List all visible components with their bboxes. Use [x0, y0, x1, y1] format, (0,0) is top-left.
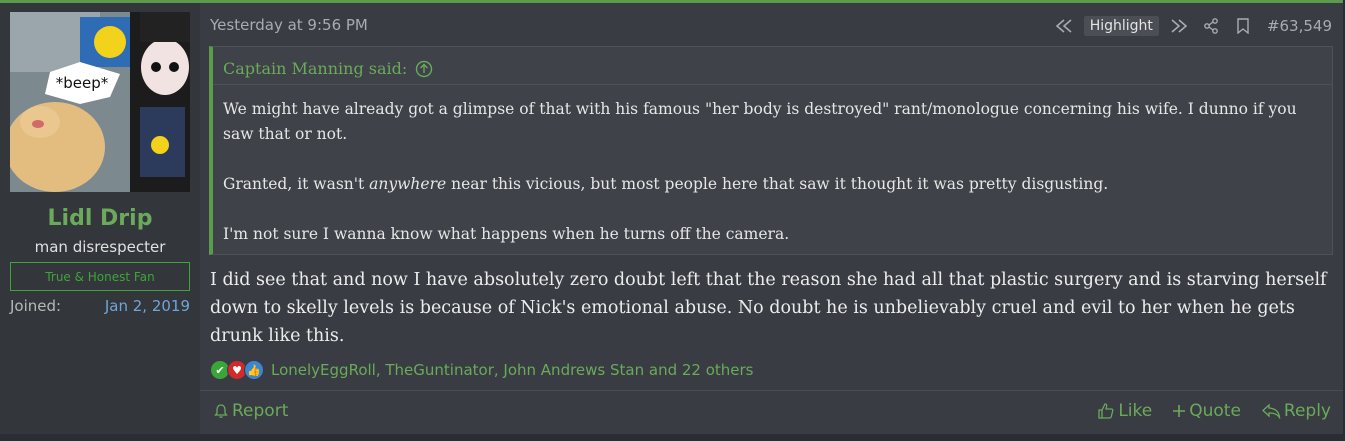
bookmark-icon[interactable] — [1227, 14, 1259, 38]
reply-label: Reply — [1283, 401, 1331, 421]
like-label: Like — [1118, 401, 1153, 421]
highlight-button[interactable]: Highlight — [1083, 16, 1159, 36]
forum-post: *beep* Lidl Drip man disrespecter True &… — [0, 0, 1343, 434]
report-label: Report — [232, 401, 289, 421]
reply-icon — [1261, 403, 1281, 419]
bell-icon — [214, 404, 228, 418]
footer-actions: Like Quote Reply — [1097, 401, 1331, 421]
go-to-quote-icon[interactable] — [415, 60, 433, 78]
joined-label: Joined: — [10, 297, 62, 315]
user-title: man disrespecter — [34, 238, 166, 256]
quote-button[interactable]: Quote — [1172, 401, 1241, 421]
like-button[interactable]: Like — [1097, 401, 1152, 421]
next-highlight-icon[interactable] — [1163, 14, 1195, 38]
quote-label: Quote — [1189, 401, 1241, 421]
post-actions: Highlight #63,549 — [1048, 14, 1332, 38]
post-footer: Report Like Quote Reply — [200, 390, 1343, 435]
joined-date: Jan 2, 2019 — [104, 297, 190, 315]
quote-header[interactable]: Captain Manning said: — [223, 59, 433, 78]
reply-button[interactable]: Reply — [1261, 401, 1331, 421]
plus-icon — [1173, 405, 1186, 417]
quote-block: Captain Manning said: We might have alre… — [209, 46, 1333, 255]
reactions-bar[interactable]: ✔ ♥ 👍 LonelyEggRoll, TheGuntinator, John… — [210, 359, 754, 381]
reaction-users[interactable]: LonelyEggRoll, TheGuntinator, John Andre… — [271, 361, 754, 379]
post-number-link[interactable]: #63,549 — [1267, 17, 1332, 35]
thumbs-up-icon — [1098, 403, 1114, 419]
report-button[interactable]: Report — [213, 401, 288, 421]
quote-paragraph: I'm not sure I wanna know what happens w… — [223, 225, 790, 243]
share-icon[interactable] — [1195, 14, 1227, 38]
avatar[interactable]: *beep* — [10, 12, 190, 192]
post-timestamp[interactable]: Yesterday at 9:56 PM — [210, 16, 368, 34]
post-message: I did see that and now I have absolutely… — [210, 270, 1327, 346]
quote-paragraph: We might have already got a glimpse of t… — [223, 100, 1297, 143]
quote-body: We might have already got a glimpse of t… — [213, 84, 1332, 254]
user-column: *beep* Lidl Drip man disrespecter True &… — [0, 3, 200, 434]
user-banner: True & Honest Fan — [10, 262, 190, 291]
quote-author[interactable]: Captain Manning said: — [223, 59, 407, 78]
avatar-caption: *beep* — [56, 74, 109, 92]
avatar-image: *beep* — [10, 12, 190, 192]
username[interactable]: Lidl Drip — [0, 206, 200, 231]
thumbs-up-reaction-icon: 👍 — [244, 360, 264, 380]
previous-highlight-icon[interactable] — [1048, 14, 1080, 38]
quote-paragraph: Granted, it wasn't anywhere near this vi… — [223, 175, 1109, 193]
